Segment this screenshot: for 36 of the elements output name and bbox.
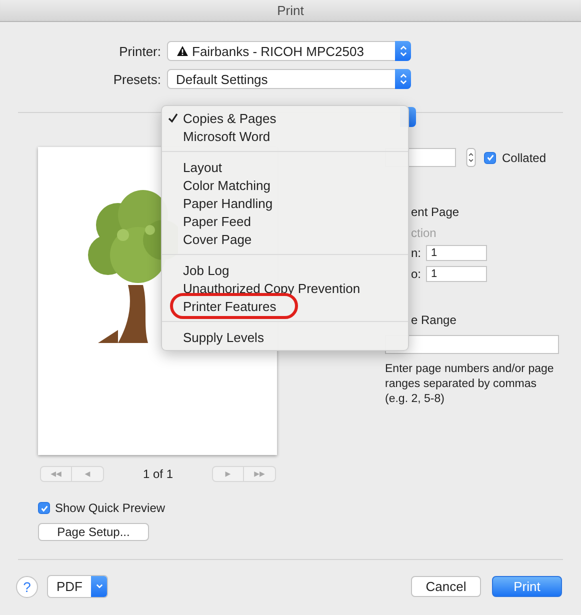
menu-item[interactable]: Printer Features xyxy=(162,297,408,315)
checkbox[interactable] xyxy=(38,502,50,514)
chevron-down-icon xyxy=(94,583,104,590)
menu-item[interactable]: Supply Levels xyxy=(162,328,408,346)
checkbox-label: Collated xyxy=(502,150,546,164)
to-field[interactable]: 1 xyxy=(426,266,487,282)
radio-label: ction xyxy=(411,226,436,240)
stepper-arrows-icon xyxy=(398,44,408,58)
menu-item[interactable]: Microsoft Word xyxy=(162,127,408,145)
to-label: o: xyxy=(411,267,422,281)
stepper-icon[interactable] xyxy=(466,148,476,167)
radio-label: ent Page xyxy=(411,205,460,219)
menu-item[interactable]: Cover Page xyxy=(162,230,408,248)
pdf-button[interactable]: PDF xyxy=(47,575,108,598)
radio-label: e Range xyxy=(411,313,456,327)
page-indicator: 1 of 1 xyxy=(142,467,174,481)
stepper-arrows-icon xyxy=(398,72,408,86)
page-setup-button[interactable]: Page Setup... xyxy=(38,523,149,541)
cancel-button[interactable]: Cancel xyxy=(411,576,481,597)
from-field[interactable]: 1 xyxy=(426,245,487,261)
printer-label: Printer: xyxy=(118,44,162,58)
checkbox-label: Show Quick Preview xyxy=(55,501,166,515)
menu-item[interactable]: Color Matching xyxy=(162,176,408,194)
checkbox[interactable] xyxy=(484,152,496,164)
menu-item[interactable]: Layout xyxy=(162,158,408,176)
printer-popup[interactable]: Fairbanks - RICOH MPC2503 xyxy=(167,41,411,61)
help-button[interactable]: ? xyxy=(16,576,38,598)
from-label: n: xyxy=(411,246,422,260)
presets-label: Presets: xyxy=(112,72,162,86)
menu-item[interactable]: Paper Handling xyxy=(162,194,408,212)
menu-item[interactable]: Copies & Pages xyxy=(162,109,408,127)
menu-item[interactable]: Paper Feed xyxy=(162,212,408,230)
menu-item[interactable]: Job Log xyxy=(162,261,408,279)
hint-text: Enter page numbers and/or page ranges separated by commas (e.g. 2, 5-8) xyxy=(385,362,555,407)
window-title: Print xyxy=(277,3,304,18)
presets-popup[interactable]: Default Settings xyxy=(167,69,411,89)
